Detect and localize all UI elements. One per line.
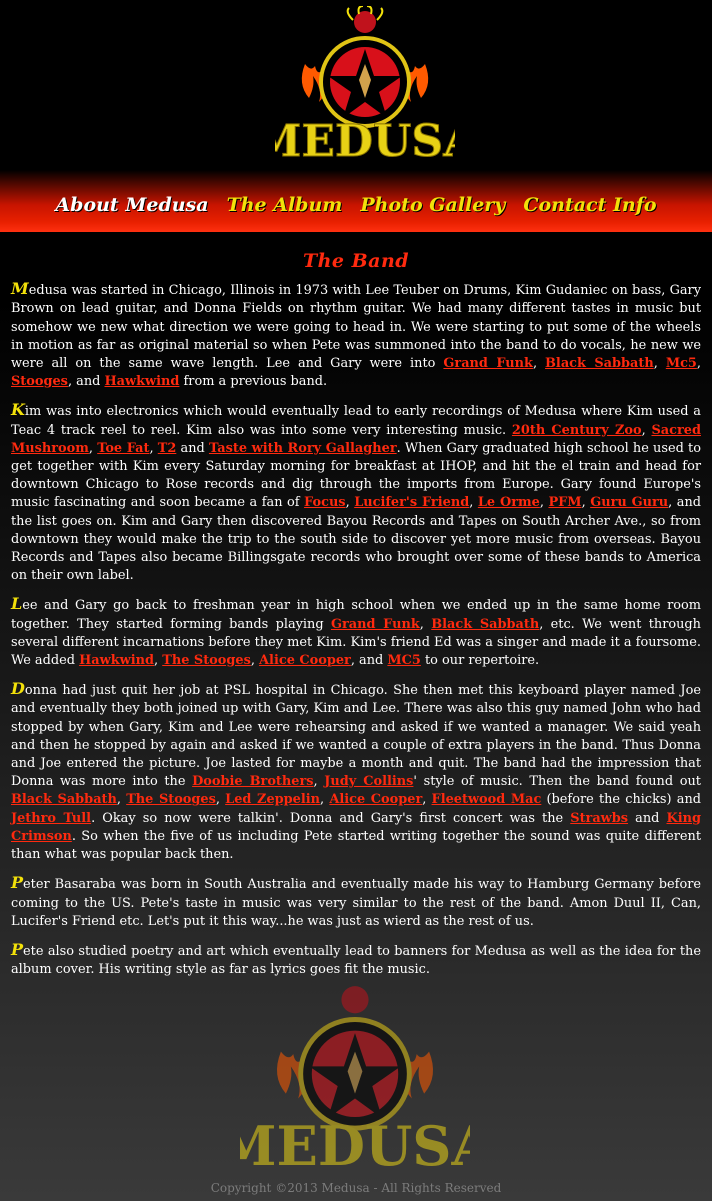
band-link[interactable]: Doobie Brothers (192, 774, 313, 789)
nav-photo-gallery[interactable]: Photo Gallery (360, 194, 505, 228)
band-link[interactable]: Strawbs (570, 811, 628, 826)
band-link[interactable]: MC5 (387, 653, 421, 668)
svg-text:MEDUSA: MEDUSA (240, 1114, 470, 1178)
paragraph-text: ' style of music. Then the band found ou… (413, 774, 701, 790)
paragraph: Medusa was started in Chicago, Illinois … (11, 280, 701, 391)
paragraph-text: from a previous band. (179, 374, 328, 390)
paragraph-text: eter Basaraba was born in South Australi… (11, 877, 701, 929)
svg-text:MEDUSA: MEDUSA (275, 116, 455, 167)
copyright-text: Copyright ©2013 Medusa - All Rights Rese… (210, 1181, 502, 1195)
drop-cap: D (11, 679, 25, 699)
band-link[interactable]: Led Zeppelin (225, 792, 320, 807)
paragraph-text: , (422, 792, 432, 808)
band-link[interactable]: Black Sabbath (431, 617, 539, 632)
paragraph-text: . So when the five of us including Pete … (11, 828, 701, 863)
paragraph-text: , (532, 356, 546, 372)
band-link[interactable]: Alice Cooper (329, 792, 422, 807)
paragraph-text: , and (67, 374, 105, 390)
paragraph-text: to our repertoire. (420, 653, 540, 669)
band-link[interactable]: PFM (548, 495, 581, 510)
drop-cap: M (11, 279, 29, 299)
paragraph-text: , (469, 495, 478, 511)
paragraph-text: , (250, 653, 260, 669)
main-content: The Band Medusa was started in Chicago, … (11, 250, 701, 989)
paragraph-text: , and (350, 653, 388, 669)
paragraph: Peter Basaraba was born in South Austral… (11, 874, 701, 931)
band-link[interactable]: Grand Funk (331, 617, 420, 632)
paragraph-text: and (176, 440, 209, 456)
paragraph: Lee and Gary go back to freshman year in… (11, 595, 701, 670)
band-link[interactable]: Judy Collins (324, 774, 413, 789)
paragraph-text: , (581, 495, 591, 511)
band-link[interactable]: Guru Guru (590, 495, 668, 510)
band-link[interactable]: Jethro Tull (11, 811, 91, 826)
paragraph-text: , (149, 440, 158, 456)
paragraph: Donna had just quit her job at PSL hospi… (11, 680, 701, 864)
band-link[interactable]: The Stooges (162, 653, 251, 668)
paragraph: Kim was into electronics which would eve… (11, 401, 701, 585)
paragraph-text: , (116, 792, 127, 808)
band-link[interactable]: Le Orme (478, 495, 540, 510)
paragraph-text: , (419, 616, 432, 632)
band-link[interactable]: The Stooges (126, 792, 216, 807)
paragraph-text: , (88, 440, 98, 456)
band-link[interactable]: Black Sabbath (545, 356, 654, 371)
band-link[interactable]: Alice Cooper (259, 653, 351, 668)
band-history: Medusa was started in Chicago, Illinois … (11, 280, 701, 979)
drop-cap: P (11, 873, 24, 893)
band-link[interactable]: Grand Funk (443, 356, 533, 371)
paragraph-text: . Okay so now were talkin'. Donna and Ga… (91, 810, 571, 826)
paragraph-text: , (345, 495, 355, 511)
drop-cap: P (11, 939, 24, 959)
band-link[interactable]: T2 (158, 441, 177, 456)
band-link[interactable]: Stooges (11, 374, 68, 389)
paragraph-text: ete also studied poetry and art which ev… (11, 943, 701, 978)
medusa-logo[interactable]: MEDUSA (275, 6, 455, 168)
band-link[interactable]: Toe Fat (97, 441, 149, 456)
nav-about-medusa[interactable]: About Medusa (55, 194, 208, 228)
paragraph-text: , (313, 774, 325, 790)
paragraph-text: , (320, 792, 330, 808)
page-title: The Band (302, 250, 410, 272)
band-link[interactable]: Lucifer's Friend (354, 495, 469, 510)
paragraph-text: , (696, 356, 702, 372)
drop-cap: L (11, 594, 23, 614)
paragraph-text: and (628, 810, 667, 826)
band-link[interactable]: Focus (304, 495, 346, 510)
paragraph-text: (before the chicks) and (541, 792, 702, 808)
drop-cap: K (11, 400, 25, 420)
band-link[interactable]: Fleetwood Mac (432, 792, 542, 807)
band-link[interactable]: Black Sabbath (11, 792, 117, 807)
band-link[interactable]: Hawkwind (79, 653, 154, 668)
paragraph-text: , (641, 422, 652, 438)
paragraph-text: , (653, 356, 666, 372)
nav-contact-info[interactable]: Contact Info (523, 194, 656, 228)
band-link[interactable]: Mc5 (666, 356, 697, 371)
band-link[interactable]: Taste with Rory Gallagher (209, 441, 397, 456)
nav-the-album[interactable]: The Album (227, 194, 343, 228)
footer-logo: MEDUSA (240, 986, 470, 1178)
paragraph: Pete also studied poetry and art which e… (11, 939, 701, 979)
main-nav: About Medusa The Album Photo Gallery Con… (0, 194, 712, 228)
paragraph-text: , (215, 792, 226, 808)
band-link[interactable]: Hawkwind (104, 374, 179, 389)
band-link[interactable]: 20th Century Zoo (512, 423, 642, 438)
